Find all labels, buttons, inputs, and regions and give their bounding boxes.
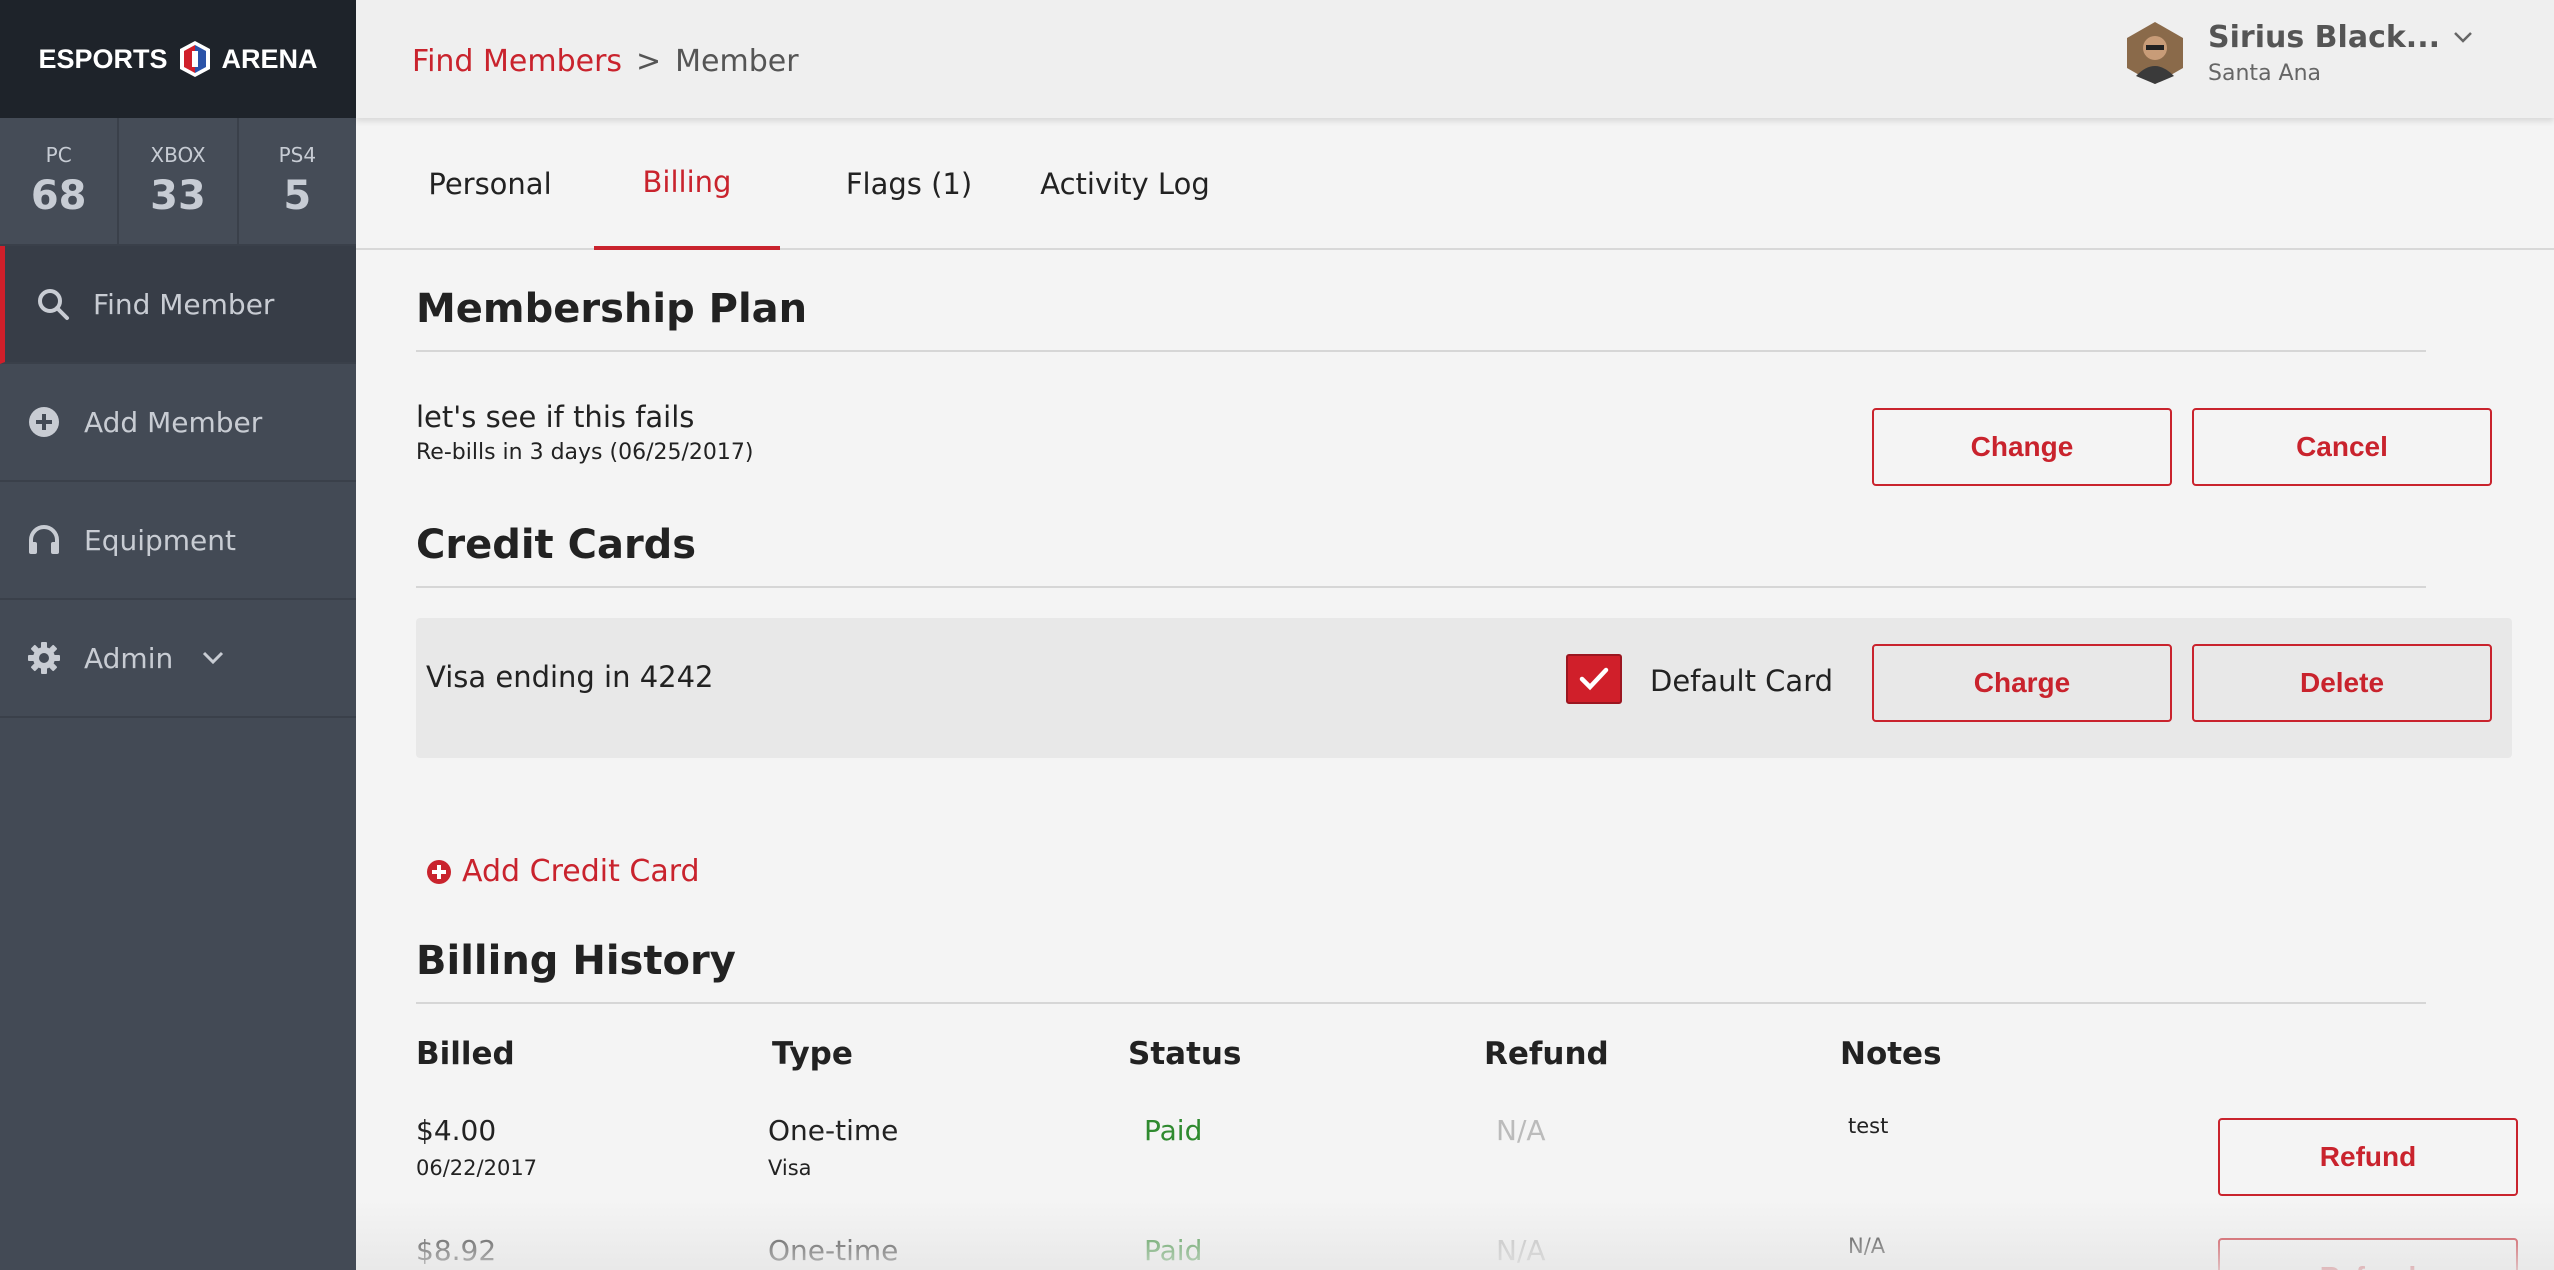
stat-xbox: XBOX 33 — [119, 118, 239, 244]
plus-circle-icon — [26, 404, 62, 440]
billing-type: One-time — [768, 1234, 899, 1267]
default-card-checkbox[interactable] — [1566, 654, 1622, 704]
divider — [416, 350, 2426, 352]
refund-value: N/A — [1496, 1234, 1546, 1267]
stat-value: 68 — [30, 173, 87, 219]
chevron-down-icon[interactable] — [2452, 29, 2474, 48]
plan-rebill-info: Re-bills in 3 days (06/25/2017) — [416, 440, 754, 465]
status-badge: Paid — [1144, 1114, 1203, 1147]
nav-add-member[interactable]: Add Member — [0, 364, 356, 482]
stat-ps4: PS4 5 — [239, 118, 356, 244]
billing-history-title: Billing History — [416, 938, 736, 984]
default-card-label: Default Card — [1650, 664, 1834, 698]
brand-name-right: ARENA — [221, 43, 318, 74]
breadcrumb: Find Members > Member — [412, 44, 799, 79]
column-header-refund: Refund — [1484, 1036, 1609, 1072]
header: Find Members > Member Sirius Black... Sant… — [356, 0, 2554, 118]
notes-value: N/A — [1848, 1234, 1886, 1258]
refund-button[interactable]: Refund — [2218, 1238, 2518, 1270]
refund-button[interactable]: Refund — [2218, 1118, 2518, 1196]
tab-activity-log[interactable]: Activity Log — [1020, 118, 1230, 250]
cancel-plan-button[interactable]: Cancel — [2192, 408, 2492, 486]
column-header-notes: Notes — [1840, 1036, 1942, 1072]
divider — [416, 1002, 2426, 1004]
column-header-type: Type — [772, 1036, 853, 1072]
membership-plan-title: Membership Plan — [416, 286, 808, 332]
card-label: Visa ending in 4242 — [426, 660, 714, 694]
stat-label: XBOX — [150, 143, 206, 167]
nav-find-member[interactable]: Find Member — [0, 246, 356, 364]
user-name: Sirius Black... — [2208, 20, 2440, 55]
billed-amount: $4.00 — [416, 1114, 497, 1147]
credit-cards-title: Credit Cards — [416, 522, 697, 568]
chevron-down-icon — [201, 650, 225, 666]
notes-value: test — [1848, 1114, 1889, 1138]
user-location: Santa Ana — [2208, 61, 2322, 86]
avatar — [2122, 20, 2188, 86]
status-badge: Paid — [1144, 1234, 1203, 1267]
checkmark-icon — [1579, 667, 1609, 691]
add-credit-card-link[interactable]: Add Credit Card — [426, 854, 700, 889]
tab-flags[interactable]: Flags (1) — [816, 118, 1002, 250]
brand-logo[interactable]: ESPORTS ARENA — [0, 0, 356, 118]
breadcrumb-current: Member — [675, 44, 799, 79]
change-plan-button[interactable]: Change — [1872, 408, 2172, 486]
nav-equipment[interactable]: Equipment — [0, 482, 356, 600]
tab-personal[interactable]: Personal — [406, 118, 574, 250]
tab-bar: Personal Billing Flags (1) Activity Log — [356, 118, 2554, 250]
plus-circle-icon — [426, 859, 452, 885]
refund-value: N/A — [1496, 1114, 1546, 1147]
headset-icon — [26, 522, 62, 558]
stat-value: 33 — [150, 173, 206, 219]
tab-billing[interactable]: Billing — [594, 118, 780, 250]
credit-card-row: Visa ending in 4242 Default Card Charge … — [416, 618, 2512, 758]
platform-stats: PC 68 XBOX 33 PS4 5 — [0, 118, 356, 246]
nav-label: Add Member — [84, 405, 263, 439]
stat-value: 5 — [283, 173, 312, 219]
nav-label: Equipment — [84, 523, 236, 557]
breadcrumb-find-members-link[interactable]: Find Members — [412, 44, 622, 79]
stat-label: PS4 — [278, 143, 317, 167]
billing-method: Visa — [768, 1156, 812, 1180]
charge-card-button[interactable]: Charge — [1872, 644, 2172, 722]
stat-pc: PC 68 — [0, 118, 120, 244]
search-icon — [35, 286, 71, 322]
user-menu[interactable]: Sirius Black... Santa Ana — [2122, 20, 2474, 86]
column-header-status: Status — [1128, 1036, 1242, 1072]
nav-admin[interactable]: Admin — [0, 600, 356, 718]
plan-name: let's see if this fails — [416, 400, 695, 434]
app: ESPORTS ARENA PC 68 XBOX 33 PS4 5 Find M… — [0, 0, 2554, 1270]
divider — [416, 586, 2426, 588]
billing-type: One-time — [768, 1114, 899, 1147]
column-header-billed: Billed — [416, 1036, 515, 1072]
add-credit-card-label: Add Credit Card — [462, 854, 700, 889]
sidebar: ESPORTS ARENA PC 68 XBOX 33 PS4 5 Find M… — [0, 0, 356, 1270]
billed-amount: $8.92 — [416, 1234, 497, 1267]
billed-date: 06/22/2017 — [416, 1156, 538, 1180]
breadcrumb-separator: > — [636, 44, 662, 79]
nav-label: Find Member — [93, 287, 275, 321]
brand-emblem-icon — [176, 39, 214, 79]
gear-icon — [26, 640, 62, 676]
stat-label: PC — [45, 143, 72, 167]
delete-card-button[interactable]: Delete — [2192, 644, 2492, 722]
nav-label: Admin — [84, 641, 174, 675]
brand-name-left: ESPORTS — [38, 43, 168, 74]
